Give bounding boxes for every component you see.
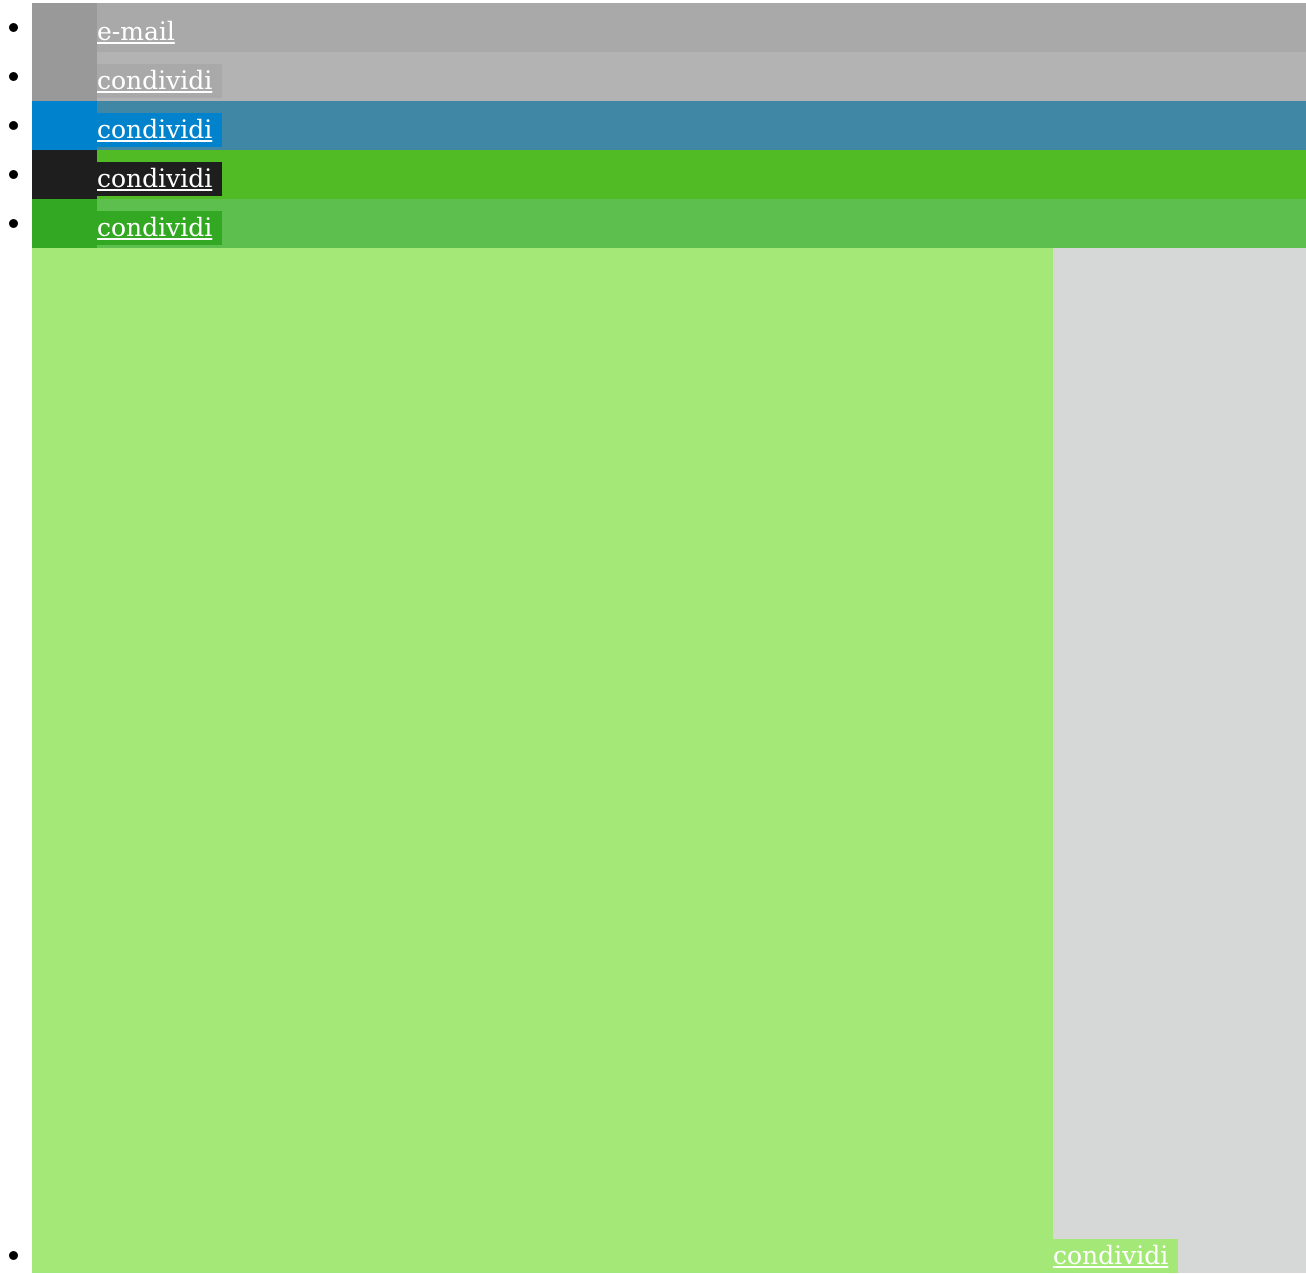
share-icon <box>32 52 97 101</box>
share-bar <box>97 3 1306 52</box>
share-item-email: e-mail <box>0 3 1306 52</box>
email-icon <box>32 3 97 52</box>
share-item-3: condividi <box>0 150 1306 199</box>
list-bullet <box>9 121 18 130</box>
share-icon <box>32 199 97 248</box>
share-link[interactable]: condividi <box>1053 1239 1179 1273</box>
share-icon <box>32 150 97 199</box>
share-bar <box>1053 248 1306 1273</box>
share-list: e-mail condividi condividi condividi con… <box>0 3 1306 1273</box>
share-item-4: condividi <box>0 199 1306 248</box>
share-link[interactable]: condividi <box>97 211 223 245</box>
share-item-2: condividi <box>0 101 1306 150</box>
share-bar <box>97 199 1306 248</box>
list-bullet <box>9 170 18 179</box>
share-icon <box>32 101 97 150</box>
list-bullet <box>9 23 18 32</box>
share-link[interactable]: condividi <box>97 113 223 147</box>
email-share-link[interactable]: e-mail <box>97 15 185 49</box>
share-item-5: condividi <box>0 248 1306 1273</box>
list-bullet <box>9 219 18 228</box>
share-icon <box>32 248 1053 1273</box>
list-bullet <box>9 72 18 81</box>
share-link[interactable]: condividi <box>97 162 223 196</box>
share-link[interactable]: condividi <box>97 64 223 98</box>
share-bar <box>97 52 1306 101</box>
share-item-1: condividi <box>0 52 1306 101</box>
share-bar <box>97 150 1306 199</box>
list-bullet <box>9 1251 18 1260</box>
share-bar <box>97 101 1306 150</box>
